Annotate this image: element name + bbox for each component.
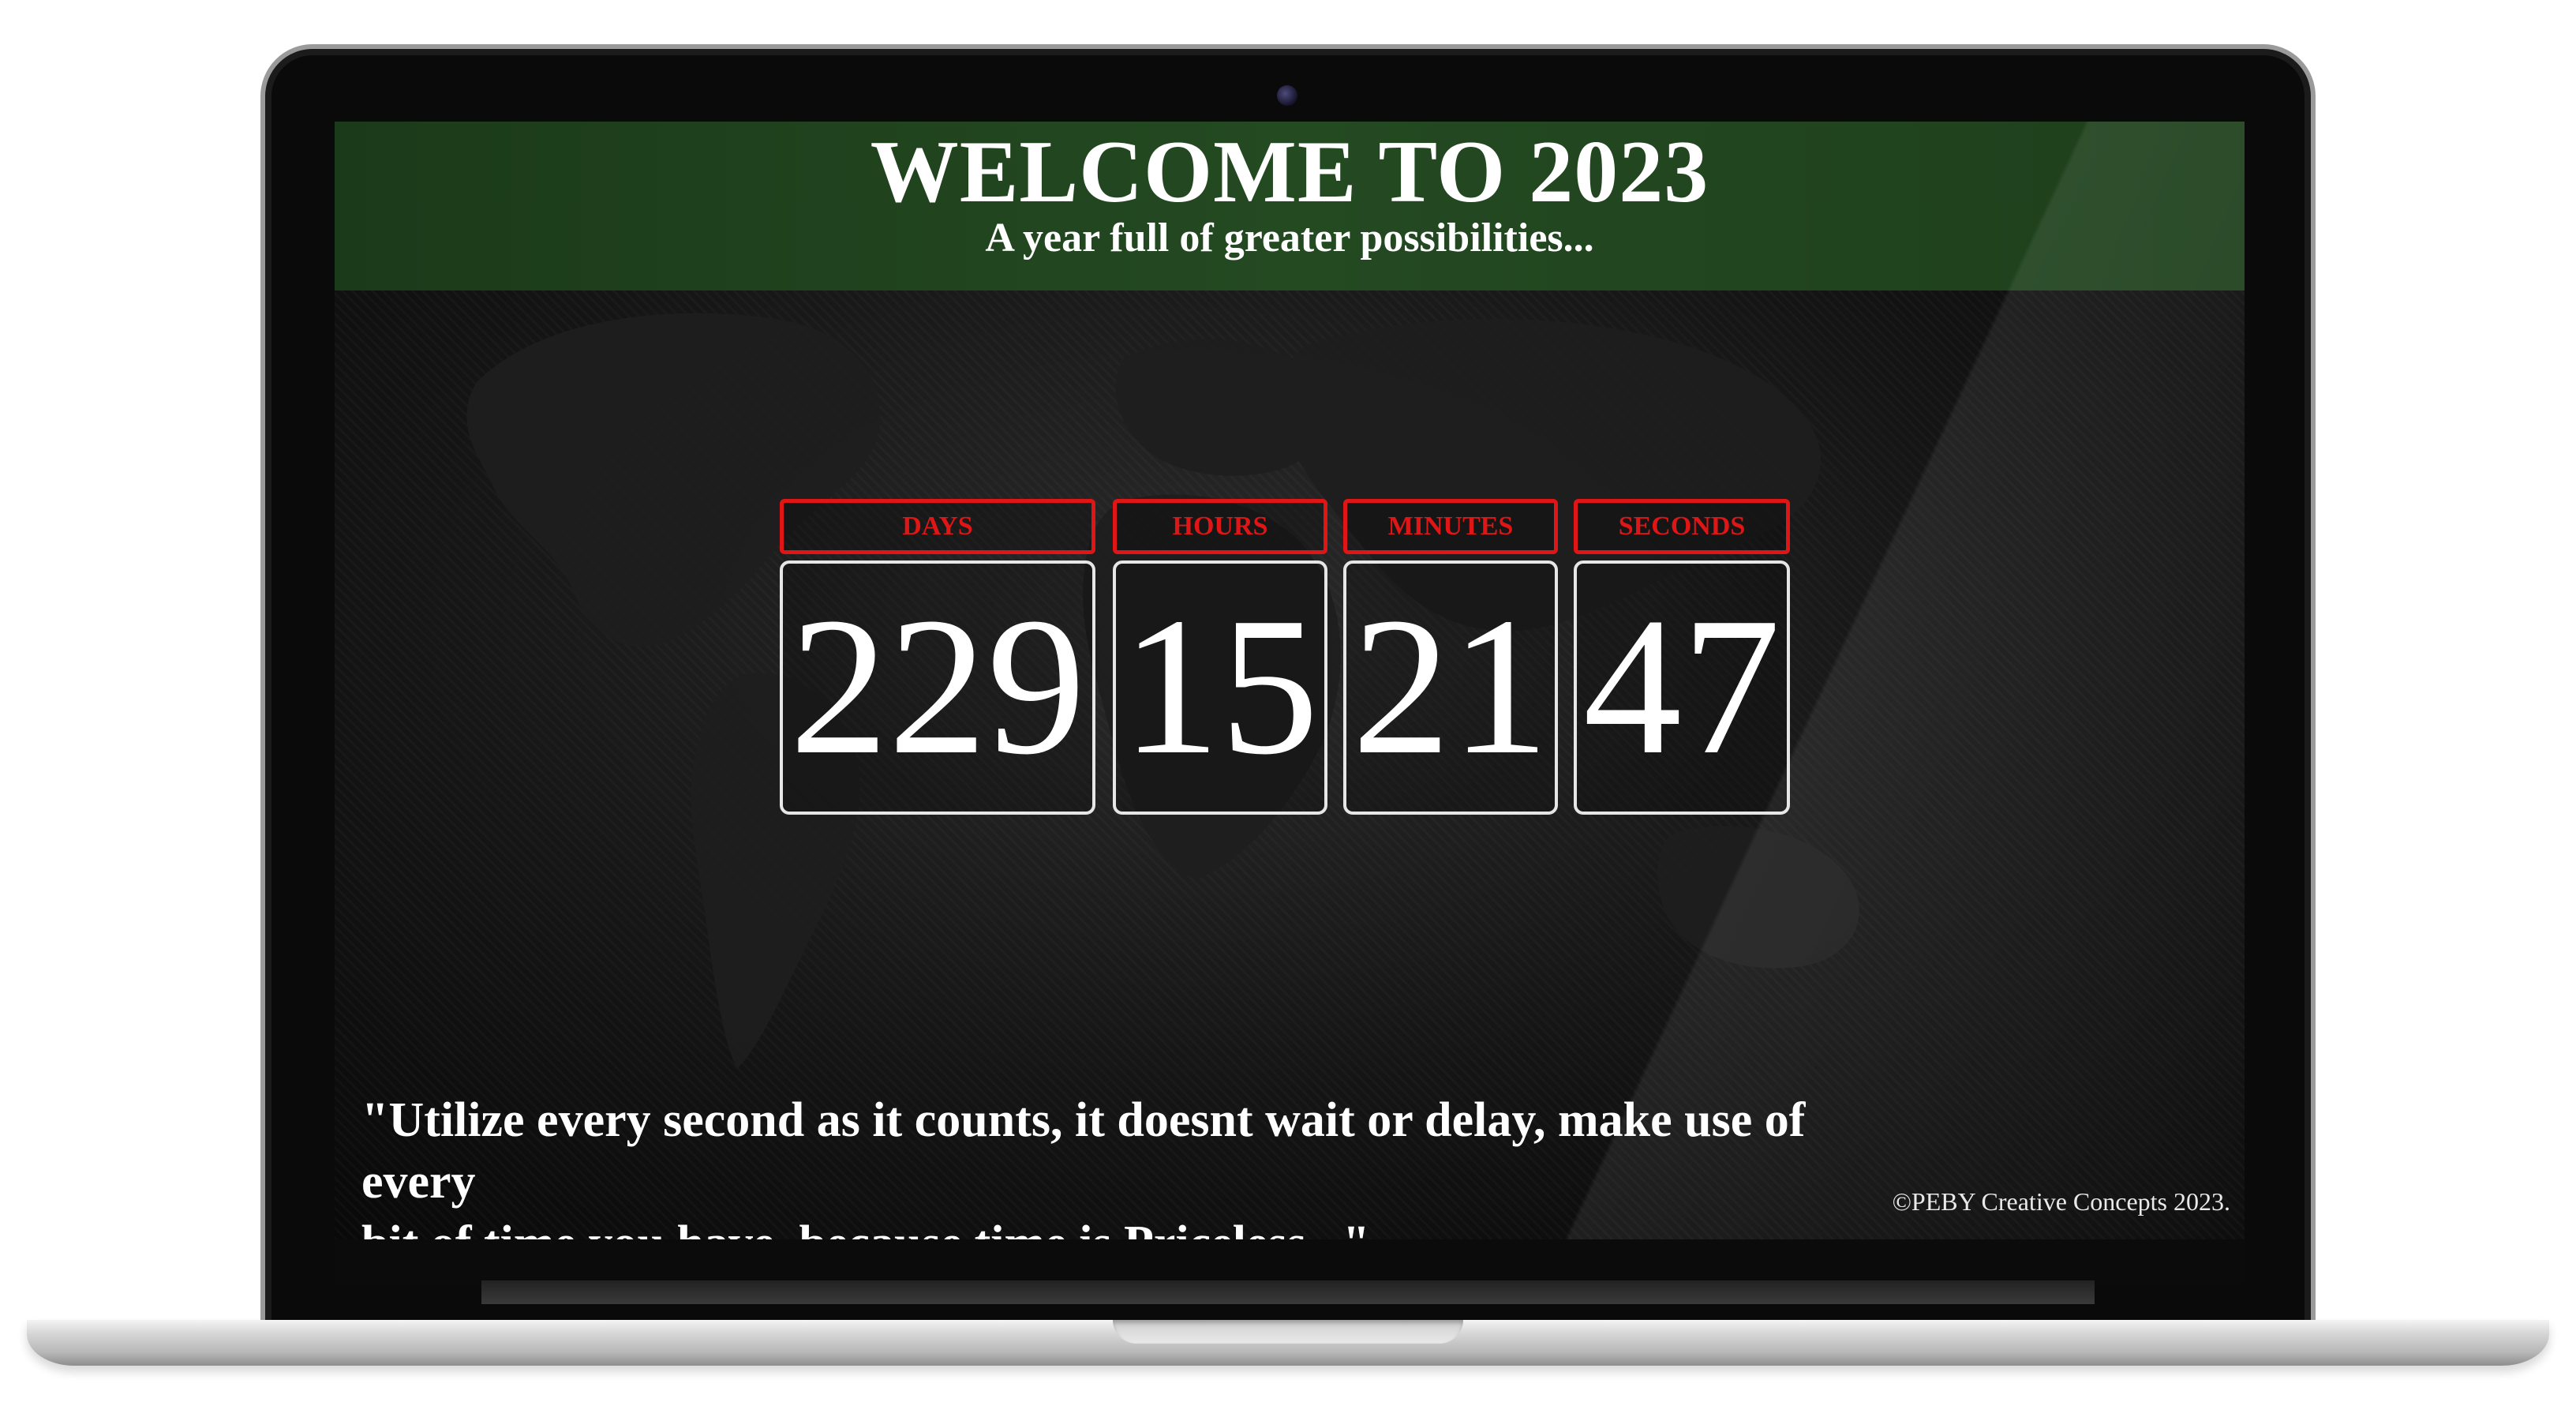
lid-opening-notch <box>1113 1320 1463 1344</box>
webcam-icon <box>1277 85 1297 106</box>
copyright-text: ©PEBY Creative Concepts 2023. <box>1892 1187 2230 1216</box>
seconds-label: SECONDS <box>1574 499 1790 554</box>
screen: WELCOME TO 2023 A year full of greater p… <box>335 122 2245 1239</box>
days-label: DAYS <box>780 499 1095 554</box>
page-title: WELCOME TO 2023 <box>870 123 1709 221</box>
quote-line-2: bit of time you have, because time is Pr… <box>361 1213 1861 1239</box>
bottom-bezel <box>335 1239 2245 1284</box>
countdown-days: DAYS 229 <box>780 499 1095 815</box>
laptop-hinge <box>481 1280 2095 1304</box>
countdown-minutes: MINUTES 21 <box>1343 499 1558 815</box>
page-subtitle: A year full of greater possibilities... <box>985 216 1594 261</box>
days-value: 229 <box>780 560 1095 815</box>
countdown-seconds: SECONDS 47 <box>1574 499 1790 815</box>
hours-value: 15 <box>1113 560 1327 815</box>
hours-label: HOURS <box>1113 499 1327 554</box>
minutes-value: 21 <box>1343 560 1558 815</box>
laptop-mockup: WELCOME TO 2023 A year full of greater p… <box>0 0 2576 1402</box>
quote-line-1: "Utilize every second as it counts, it d… <box>361 1093 1806 1209</box>
minutes-label: MINUTES <box>1343 499 1558 554</box>
countdown-hours: HOURS 15 <box>1113 499 1327 815</box>
motivational-quote: "Utilize every second as it counts, it d… <box>361 1089 1861 1239</box>
seconds-value: 47 <box>1574 560 1790 815</box>
header-banner: WELCOME TO 2023 A year full of greater p… <box>335 122 2245 291</box>
